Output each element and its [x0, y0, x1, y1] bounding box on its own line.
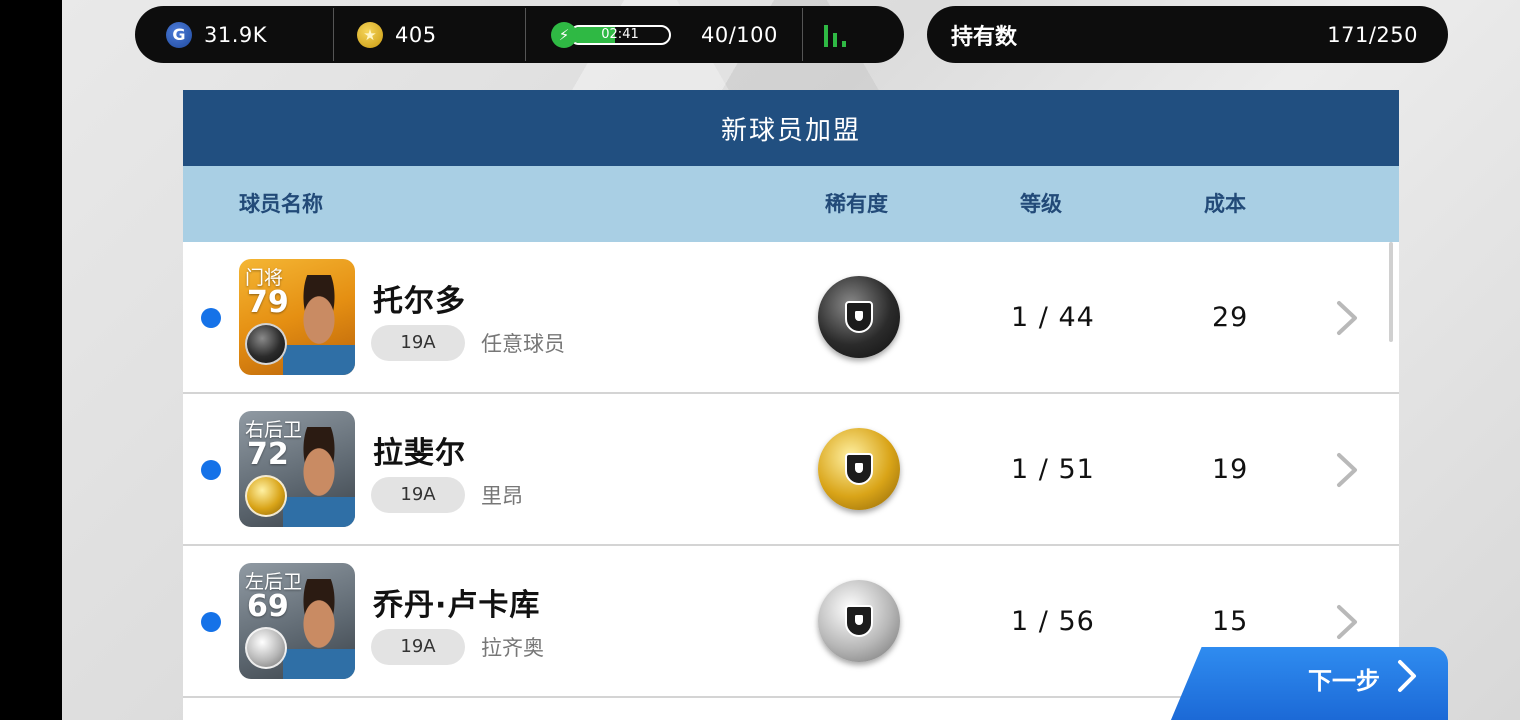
new-players-panel: 新球员加盟 球员名称 稀有度 等级 成本 门将 79 托尔多 19A 任意球员 … — [183, 90, 1399, 720]
player-level: 1 / 44 — [1011, 302, 1095, 333]
card-rarity-ball-icon — [245, 323, 287, 365]
column-header-cost: 成本 — [1204, 192, 1246, 216]
energy-bar: ⚡ 02:41 — [551, 21, 671, 48]
column-header-level: 等级 — [1020, 192, 1062, 216]
signal-bars-icon[interactable] — [824, 23, 846, 47]
shield-icon — [845, 453, 873, 485]
energy-display: ⚡ 02:41 40/100 — [525, 6, 802, 63]
player-rating: 69 — [247, 589, 289, 624]
chevron-right-icon[interactable] — [1333, 298, 1369, 338]
column-header-name: 球员名称 — [239, 192, 323, 216]
new-indicator-dot — [201, 612, 221, 632]
rarity-ball-icon — [818, 428, 900, 510]
player-card[interactable]: 右后卫 72 — [239, 411, 355, 527]
energy-timer: 02:41 — [601, 26, 639, 42]
status-bar: G 31.9K ★ 405 ⚡ 02:41 40/100 — [135, 6, 904, 63]
chevron-right-icon[interactable] — [1333, 602, 1369, 642]
next-button-label: 下一步 — [1308, 667, 1380, 695]
player-cost: 29 — [1212, 302, 1249, 333]
player-name: 乔丹·卢卡库 — [373, 588, 541, 623]
player-row[interactable]: 右后卫 72 拉斐尔 19A 里昂 1 / 51 19 — [183, 394, 1399, 546]
energy-count: 40/100 — [701, 22, 778, 47]
player-level: 1 / 56 — [1011, 606, 1095, 637]
card-rarity-ball-icon — [245, 475, 287, 517]
player-club: 里昂 — [481, 484, 523, 508]
holdings-label: 持有数 — [951, 24, 1018, 50]
rarity-ball-icon — [818, 276, 900, 358]
gp-display: G 31.9K — [135, 6, 333, 63]
player-level: 1 / 51 — [1011, 454, 1095, 485]
star-coin-icon: ★ — [357, 21, 383, 48]
player-rating: 72 — [247, 437, 289, 472]
gp-value: 31.9K — [204, 22, 268, 47]
player-list: 门将 79 托尔多 19A 任意球员 1 / 44 29 右后卫 72 拉斐尔 … — [183, 242, 1399, 698]
coins-value: 405 — [395, 22, 437, 47]
shield-icon — [845, 605, 873, 637]
rarity-ball-icon — [818, 580, 900, 662]
player-portrait — [283, 579, 355, 679]
player-portrait — [283, 427, 355, 527]
player-club: 任意球员 — [481, 332, 565, 356]
season-badge: 19A — [371, 325, 465, 361]
next-button[interactable]: 下一步 — [1168, 647, 1448, 720]
panel-title: 新球员加盟 — [183, 90, 1399, 166]
table-header: 球员名称 稀有度 等级 成本 — [183, 166, 1399, 242]
player-cost: 19 — [1212, 454, 1249, 485]
player-name: 拉斐尔 — [373, 436, 466, 471]
player-card[interactable]: 左后卫 69 — [239, 563, 355, 679]
card-rarity-ball-icon — [245, 627, 287, 669]
player-portrait — [283, 275, 355, 375]
gp-icon: G — [166, 21, 192, 48]
chevron-right-icon — [1396, 659, 1418, 699]
new-indicator-dot — [201, 308, 221, 328]
signal-display[interactable] — [802, 6, 904, 63]
player-rating: 79 — [247, 285, 289, 320]
player-card[interactable]: 门将 79 — [239, 259, 355, 375]
player-row[interactable]: 门将 79 托尔多 19A 任意球员 1 / 44 29 — [183, 242, 1399, 394]
player-club: 拉齐奥 — [481, 636, 544, 660]
chevron-right-icon[interactable] — [1333, 450, 1369, 490]
coins-display: ★ 405 — [333, 6, 525, 63]
holdings-value: 171/250 — [1327, 22, 1418, 47]
holdings-bar: 持有数 171/250 — [927, 6, 1448, 63]
season-badge: 19A — [371, 477, 465, 513]
shield-icon — [845, 301, 873, 333]
column-header-rarity: 稀有度 — [825, 192, 888, 216]
season-badge: 19A — [371, 629, 465, 665]
new-indicator-dot — [201, 460, 221, 480]
player-name: 托尔多 — [373, 284, 466, 319]
scrollbar[interactable] — [1389, 242, 1393, 342]
